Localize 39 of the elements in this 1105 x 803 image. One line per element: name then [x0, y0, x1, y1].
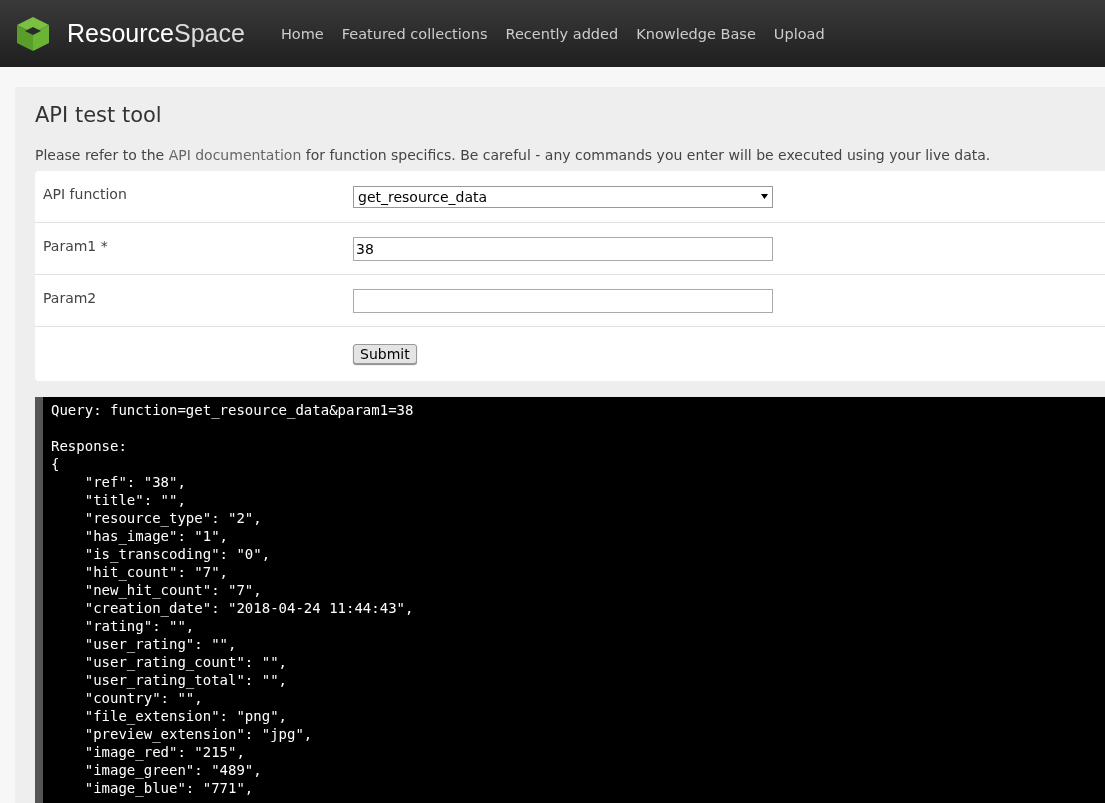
- brand-name[interactable]: ResourceSpace: [67, 19, 245, 48]
- nav-link[interactable]: Knowledge Base: [636, 25, 756, 42]
- code-line: "hit_count": "7",: [83, 563, 228, 581]
- code-line: "country": "",: [83, 689, 203, 707]
- code-line: "image_blue": "771",: [83, 779, 254, 797]
- code-line: "title": "",: [83, 491, 186, 509]
- field-label: Param1 *: [43, 237, 108, 254]
- code-line: "image_green": "489",: [83, 761, 262, 779]
- function-dropdown[interactable]: get_resource_data: [353, 185, 773, 208]
- intro-text: Please refer to the API documentation for function specifics. Be careful - any commands you enter will be executed using your live data.: [35, 147, 992, 163]
- input-field[interactable]: 38: [353, 236, 773, 261]
- code-line: "file_extension": "png",: [83, 707, 287, 725]
- code-line: "user_rating": "",: [83, 635, 237, 653]
- code-line: "preview_extension": "jpg",: [83, 725, 313, 743]
- code-line: "user_rating_total": "",: [83, 671, 287, 689]
- field-label: Param2: [43, 289, 97, 306]
- cube-logo-icon: [14, 14, 52, 53]
- code-line: "new_hit_count": "7",: [83, 581, 262, 599]
- documentation-link[interactable]: API documentation: [168, 147, 302, 163]
- nav-link[interactable]: Home: [280, 25, 324, 42]
- code-line: "resource_type": "2",: [83, 509, 262, 527]
- input-field[interactable]: [353, 288, 773, 313]
- code-line: "ref": "38",: [83, 473, 186, 491]
- code-line: "has_image": "1",: [83, 527, 228, 545]
- code-line: "user_rating_count": "",: [83, 653, 287, 671]
- code-line: "is_transcoding": "0",: [83, 545, 271, 563]
- nav-link[interactable]: Recently added: [505, 25, 619, 42]
- code-line: {: [51, 455, 60, 473]
- query-line: Query: function=get_resource_data&param1=38: [51, 401, 414, 419]
- code-line: "creation_date": "2018-04-24 11:44:43",: [83, 599, 414, 617]
- code-line: "image_red": "215",: [83, 743, 245, 761]
- nav-link[interactable]: Upload: [773, 25, 825, 42]
- code-line: "rating": "",: [83, 617, 195, 635]
- page-title: API test tool: [35, 103, 163, 127]
- field-label: API function: [43, 185, 127, 202]
- response-label: Response:: [51, 437, 127, 455]
- nav-link[interactable]: Featured collections: [341, 25, 488, 42]
- caret-icon: [761, 194, 768, 199]
- submit-button[interactable]: Submit: [353, 344, 417, 364]
